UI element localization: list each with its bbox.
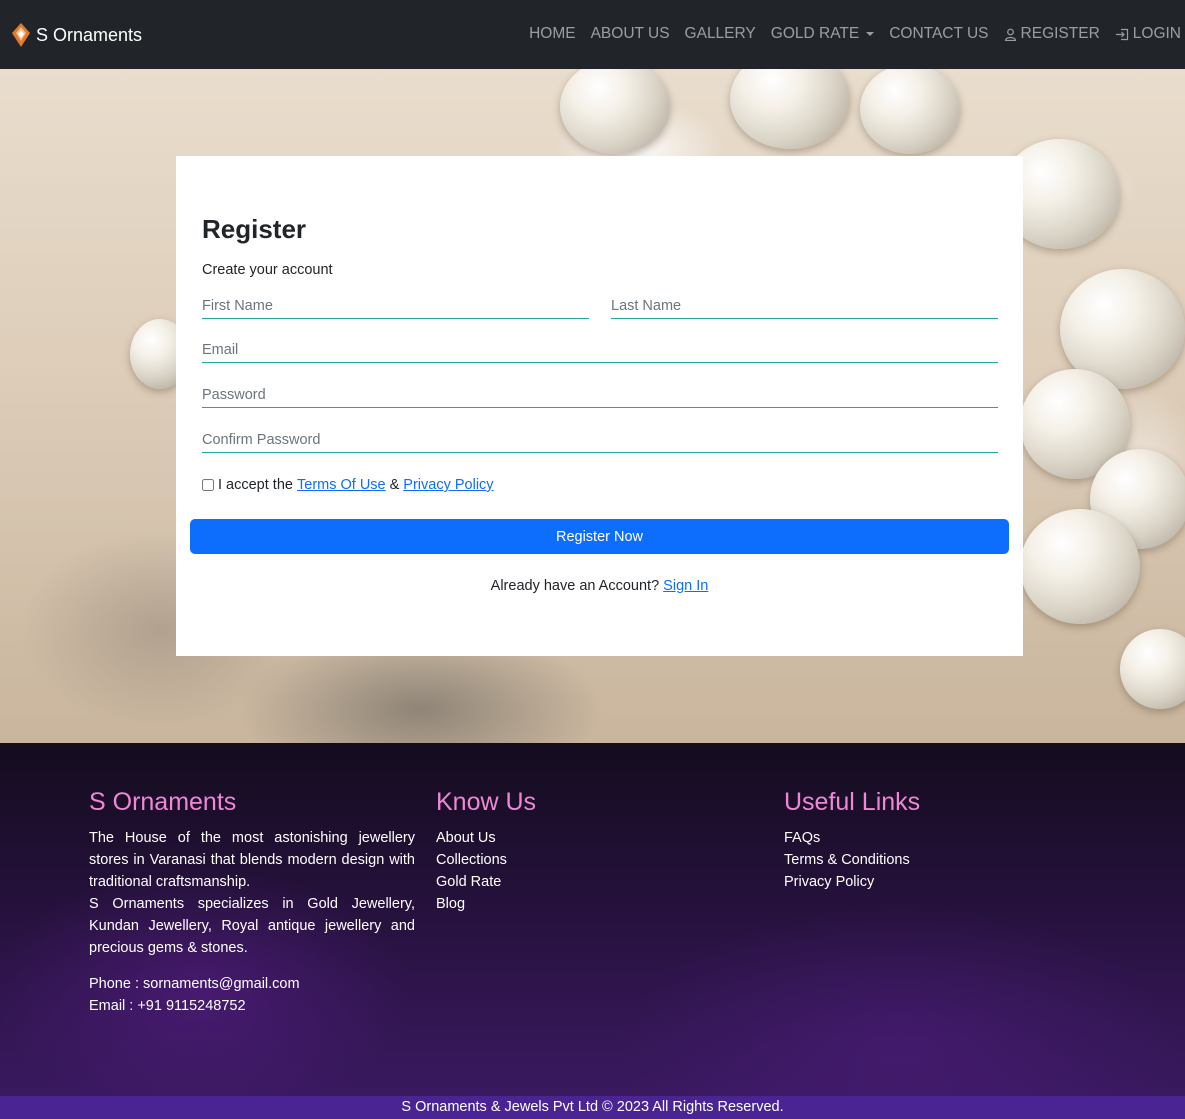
footer-link-collections[interactable]: Collections: [436, 849, 536, 871]
nav-gold-rate-label: GOLD RATE: [770, 25, 860, 42]
hero-background: Register Create your account I accept th…: [0, 69, 1185, 743]
footer-know-us-list: About Us Collections Gold Rate Blog: [436, 827, 536, 915]
footer-link-privacy[interactable]: Privacy Policy: [784, 871, 920, 893]
register-now-button[interactable]: Register Now: [190, 519, 1009, 554]
navbar: S Ornaments HOME ABOUT US GALLERY GOLD R…: [0, 0, 1185, 69]
first-name-field[interactable]: [202, 293, 589, 319]
nav-login-label: LOGIN: [1132, 25, 1181, 42]
copyright-bar: S Ornaments & Jewels Pvt Ltd © 2023 All …: [0, 1096, 1185, 1119]
caret-down-icon: [866, 32, 875, 36]
register-title: Register: [202, 214, 307, 244]
accept-prefix: I accept the: [218, 477, 293, 493]
nav-about-us[interactable]: ABOUT US: [591, 25, 670, 43]
password-field[interactable]: [202, 382, 998, 408]
nav-gallery[interactable]: GALLERY: [685, 25, 756, 43]
privacy-policy-link[interactable]: Privacy Policy: [403, 477, 493, 493]
nav-contact-us[interactable]: CONTACT US: [889, 25, 988, 43]
pearl-decoration: [730, 69, 850, 149]
diamond-logo-icon: [12, 23, 30, 47]
login-icon: [1115, 28, 1128, 40]
footer-about-text: The House of the most astonishing jewell…: [89, 830, 415, 890]
pearl-decoration: [1020, 509, 1140, 624]
footer-know-us-column: Know Us About Us Collections Gold Rate B…: [436, 787, 536, 915]
footer-link-about-us[interactable]: About Us: [436, 827, 536, 849]
footer-link-faqs[interactable]: FAQs: [784, 827, 920, 849]
footer-useful-links-list: FAQs Terms & Conditions Privacy Policy: [784, 827, 920, 893]
pearl-decoration: [860, 69, 960, 154]
register-subtitle: Create your account: [202, 262, 333, 278]
footer-link-terms[interactable]: Terms & Conditions: [784, 849, 920, 871]
nav-menu: HOME ABOUT US GALLERY GOLD RATE CONTACT …: [514, 25, 1181, 43]
email-field[interactable]: [202, 337, 998, 363]
terms-row: I accept the Terms Of Use & Privacy Policy: [202, 477, 494, 493]
nav-register[interactable]: REGISTER: [1004, 25, 1100, 43]
brand-link[interactable]: S Ornaments: [11, 22, 142, 48]
brand-name: S Ornaments: [36, 24, 143, 45]
footer-contact: Phone : sornaments@gmail.com Email : +91…: [89, 973, 415, 1017]
last-name-field[interactable]: [611, 293, 998, 319]
pearl-decoration: [1120, 629, 1185, 709]
footer-useful-links-column: Useful Links FAQs Terms & Conditions Pri…: [784, 787, 920, 893]
footer-about-column: S Ornaments The House of the most astoni…: [89, 787, 415, 1017]
pearl-decoration: [560, 69, 670, 154]
footer-know-us-heading: Know Us: [436, 788, 537, 816]
footer-brand-heading: S Ornaments: [89, 788, 237, 816]
footer-phone: Phone : sornaments@gmail.com: [89, 976, 300, 992]
nav-login[interactable]: LOGIN: [1115, 25, 1181, 43]
confirm-password-field[interactable]: [202, 427, 998, 453]
nav-home[interactable]: HOME: [529, 25, 576, 43]
footer-link-blog[interactable]: Blog: [436, 893, 536, 915]
terms-of-use-link[interactable]: Terms Of Use: [297, 477, 386, 493]
register-card: Register Create your account I accept th…: [176, 156, 1023, 656]
footer-link-gold-rate[interactable]: Gold Rate: [436, 871, 536, 893]
user-icon: [1004, 28, 1016, 41]
sign-in-link[interactable]: Sign In: [663, 578, 708, 594]
accept-terms-checkbox[interactable]: [202, 479, 214, 491]
footer-email: Email : +91 9115248752: [89, 998, 246, 1014]
account-prompt: Already have an Account?: [490, 578, 660, 594]
ampersand-text: &: [389, 477, 400, 493]
footer-specialty-text: S Ornaments specializes in Gold Jeweller…: [89, 896, 415, 956]
footer-useful-links-heading: Useful Links: [784, 788, 921, 816]
footer: S Ornaments The House of the most astoni…: [0, 743, 1185, 1096]
nav-register-label: REGISTER: [1020, 25, 1100, 42]
signin-row: Already have an Account? Sign In: [176, 578, 1023, 594]
nav-gold-rate-dropdown[interactable]: GOLD RATE: [770, 25, 875, 43]
